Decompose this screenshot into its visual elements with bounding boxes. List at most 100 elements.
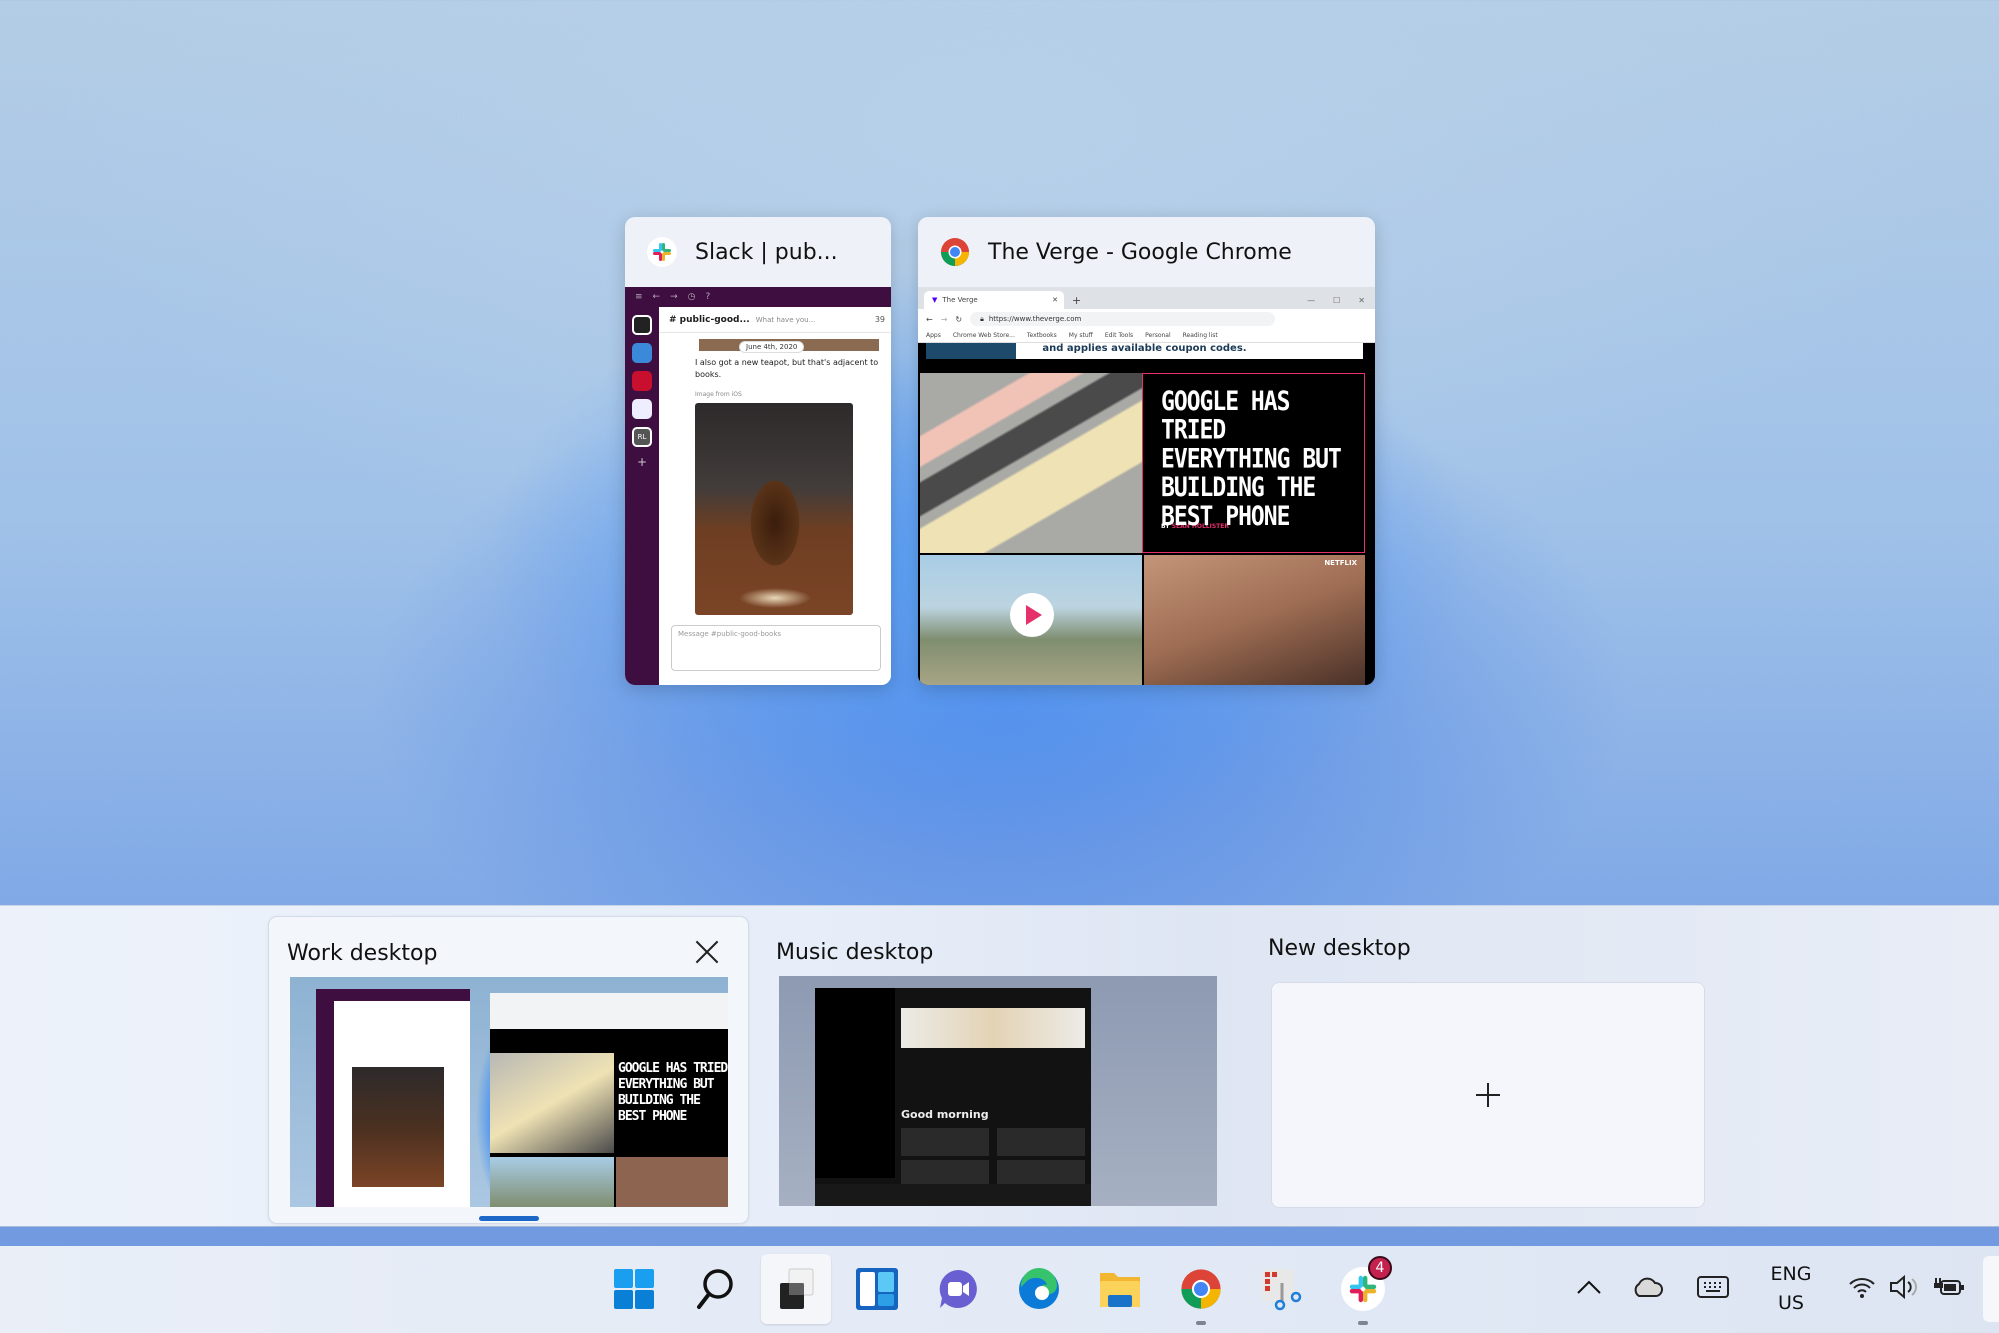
- volume-button[interactable]: [1886, 1270, 1920, 1304]
- region-code: US: [1778, 1292, 1804, 1314]
- window-thumbnail-slack[interactable]: Slack | pub... ≡ ← → ◷ ? RL + # public-g…: [625, 217, 891, 685]
- search-button[interactable]: [680, 1254, 750, 1324]
- show-hidden-icons-button[interactable]: [1574, 1272, 1604, 1302]
- mini-slack-window: [316, 989, 470, 1207]
- onedrive-button[interactable]: [1630, 1270, 1664, 1304]
- headline-card: GOOGLE HAS TRIED EVERYTHING BUT BUILDING…: [1142, 373, 1365, 553]
- cloud-icon: [1634, 1277, 1663, 1297]
- language-code: ENG: [1770, 1263, 1812, 1285]
- wifi-icon: [1849, 1278, 1875, 1298]
- desktop-new[interactable]: New desktop: [1250, 916, 1705, 1224]
- window-controls: — ☐ ✕: [1307, 296, 1365, 305]
- edge-icon: [1019, 1267, 1059, 1309]
- battery-charging-icon: [1934, 1278, 1964, 1295]
- back-icon: ←: [926, 314, 933, 324]
- network-button[interactable]: [1845, 1270, 1879, 1304]
- window-title-bar: The Verge - Google Chrome: [918, 217, 1375, 287]
- slack-icon: [647, 237, 677, 267]
- channel-topic: What have you...: [755, 315, 816, 324]
- forward-icon: →: [940, 314, 948, 324]
- channel-header: # public-good... What have you... 39: [659, 307, 891, 333]
- speaker-icon: [1890, 1274, 1917, 1300]
- workspace-icon: [632, 315, 652, 335]
- chrome-button[interactable]: [1166, 1254, 1236, 1325]
- slack-titlebar: ≡ ← → ◷ ?: [625, 287, 891, 307]
- url-text: https://www.theverge.com: [988, 315, 1082, 323]
- date-divider: June 4th, 2020: [739, 341, 805, 353]
- running-indicator: [1196, 1321, 1206, 1325]
- touch-keyboard-button[interactable]: [1696, 1270, 1730, 1304]
- workspace-sidebar: RL +: [625, 307, 659, 685]
- chrome-tab-strip: ▼ The Verge ✕ + — ☐ ✕: [918, 287, 1375, 309]
- bookmark: Chrome Web Store...: [952, 332, 1015, 339]
- teams-chat-button[interactable]: [923, 1254, 993, 1324]
- battery-button[interactable]: [1932, 1270, 1966, 1304]
- window-thumbnail-chrome[interactable]: The Verge - Google Chrome ▼ The Verge ✕ …: [918, 217, 1375, 685]
- folder-icon: [1100, 1273, 1140, 1307]
- input-language-button[interactable]: ENG US: [1765, 1260, 1817, 1318]
- notification-badge: 4: [1368, 1256, 1392, 1280]
- teapot-photo: [695, 403, 853, 615]
- play-icon: [1010, 593, 1054, 637]
- desktop-preview: Good morning: [779, 976, 1217, 1206]
- file-explorer-button[interactable]: [1085, 1254, 1155, 1324]
- back-icon: ←: [652, 292, 661, 302]
- slack-button[interactable]: 4: [1328, 1254, 1398, 1325]
- bookmark: Reading list: [1182, 332, 1218, 339]
- channel-name: # public-good...: [669, 314, 750, 325]
- window-title: The Verge - Google Chrome: [988, 239, 1292, 265]
- image-label: Image from iOS: [695, 391, 742, 398]
- bookmark: Edit Tools: [1104, 332, 1134, 339]
- video-tile: [920, 555, 1142, 685]
- workspace-icon-rl: RL: [632, 427, 652, 447]
- virtual-desktops-bar: Work desktop GOOGLE HAS TRIED EVERYTHING…: [0, 905, 1999, 1227]
- widgets-icon: [856, 1268, 898, 1310]
- mini-spotify-window: Good morning: [815, 988, 1091, 1206]
- bookmark: Textbooks: [1026, 332, 1057, 339]
- add-workspace-icon: +: [637, 455, 648, 469]
- widgets-button[interactable]: [842, 1254, 912, 1324]
- address-bar: 🔒︎ https://www.theverge.com: [970, 312, 1275, 326]
- member-count: 39: [874, 315, 885, 324]
- snipping-tool-button[interactable]: [1247, 1254, 1317, 1324]
- windows-start-icon: [614, 1269, 654, 1309]
- lock-icon: 🔒︎: [980, 314, 984, 323]
- active-desktop-indicator: [479, 1216, 539, 1221]
- window-title-bar: Slack | pub...: [625, 217, 891, 287]
- verge-logo-icon: ▼: [932, 296, 938, 304]
- window-preview: ≡ ← → ◷ ? RL + # public-good... What hav…: [625, 287, 891, 685]
- edge-button[interactable]: [1004, 1254, 1074, 1324]
- keyboard-icon: [1697, 1276, 1729, 1298]
- running-indicator: [1358, 1321, 1368, 1325]
- window-preview: ▼ The Verge ✕ + — ☐ ✕ ← → ↻ 🔒︎ https://w…: [918, 287, 1375, 685]
- menu-icon: ≡: [635, 292, 643, 302]
- desktop-work[interactable]: Work desktop GOOGLE HAS TRIED EVERYTHING…: [268, 916, 749, 1224]
- close-icon[interactable]: [692, 937, 722, 967]
- new-tab-icon: +: [1072, 294, 1082, 307]
- chrome-icon: [1181, 1269, 1221, 1309]
- plus-icon: [1476, 1083, 1500, 1107]
- netflix-tile: NETFLIX: [1144, 555, 1365, 685]
- message-compose: Message #public-good-books: [671, 625, 881, 671]
- mini-greeting: Good morning: [901, 1108, 989, 1121]
- show-desktop-button[interactable]: [1983, 1256, 1999, 1322]
- forward-icon: →: [670, 292, 678, 302]
- desktop-music[interactable]: Music desktop Good morning: [758, 916, 1224, 1224]
- task-view-button[interactable]: [761, 1254, 831, 1324]
- pixel-phones-image: [920, 373, 1142, 553]
- bookmarks-bar: Apps Chrome Web Store... Textbooks My st…: [918, 329, 1375, 343]
- workspace-icon: [632, 343, 652, 363]
- search-icon: [697, 1269, 733, 1309]
- history-icon: ◷: [687, 292, 696, 302]
- maximize-icon: ☐: [1333, 296, 1341, 305]
- reload-icon: ↻: [955, 314, 963, 324]
- verge-page: and applies available coupon codes. GOOG…: [918, 343, 1375, 685]
- desktop-label: Music desktop: [776, 940, 934, 965]
- new-desktop-button[interactable]: [1271, 982, 1705, 1208]
- workspace-icon: [632, 399, 652, 419]
- promo-banner: and applies available coupon codes.: [926, 343, 1363, 359]
- desktop-label: Work desktop: [287, 941, 438, 966]
- bookmark: My stuff: [1068, 332, 1093, 339]
- start-button[interactable]: [599, 1254, 669, 1324]
- workspace-icon: [632, 371, 652, 391]
